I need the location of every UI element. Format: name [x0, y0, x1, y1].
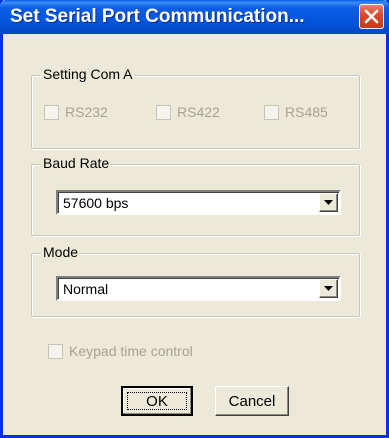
- keypad-time-control-label: Keypad time control: [69, 343, 193, 359]
- rs232-checkbox[interactable]: RS232: [44, 104, 108, 120]
- baud-rate-select[interactable]: 57600 bps: [56, 190, 341, 215]
- rs485-label: RS485: [285, 104, 328, 120]
- title-bar[interactable]: Set Serial Port Communication...: [0, 0, 389, 34]
- mode-value: Normal: [63, 281, 109, 297]
- chevron-down-icon: [324, 285, 333, 291]
- close-button[interactable]: [359, 4, 384, 29]
- setting-com-legend: Setting Com A: [41, 66, 135, 82]
- dialog-window: Set Serial Port Communication... Setting…: [0, 0, 389, 438]
- cancel-label: Cancel: [228, 392, 276, 410]
- chevron-down-icon: [324, 199, 333, 205]
- mode-legend: Mode: [41, 244, 81, 260]
- mode-group: Mode Normal: [31, 244, 360, 317]
- rs485-checkbox-box[interactable]: [264, 104, 279, 120]
- setting-com-group: Setting Com A RS232 RS422 RS485: [31, 66, 360, 149]
- ok-button[interactable]: OK: [121, 386, 193, 416]
- window-title: Set Serial Port Communication...: [10, 6, 305, 27]
- mode-dropdown-button[interactable]: [319, 279, 338, 298]
- cancel-button[interactable]: Cancel: [215, 386, 289, 416]
- rs485-checkbox[interactable]: RS485: [264, 104, 328, 120]
- ok-focus-rect: [127, 392, 187, 410]
- rs232-checkbox-box[interactable]: [44, 104, 59, 120]
- keypad-time-control-checkbox[interactable]: Keypad time control: [48, 343, 193, 359]
- mode-select[interactable]: Normal: [56, 276, 341, 301]
- close-icon: [364, 9, 379, 24]
- rs422-label: RS422: [177, 104, 220, 120]
- rs422-checkbox-box[interactable]: [156, 104, 171, 120]
- baud-rate-legend: Baud Rate: [41, 155, 112, 171]
- rs422-checkbox[interactable]: RS422: [156, 104, 220, 120]
- baud-rate-dropdown-button[interactable]: [319, 193, 338, 212]
- rs232-label: RS232: [65, 104, 108, 120]
- keypad-checkbox-box[interactable]: [48, 343, 63, 359]
- baud-rate-group: Baud Rate 57600 bps: [31, 155, 360, 236]
- baud-rate-value: 57600 bps: [63, 195, 129, 211]
